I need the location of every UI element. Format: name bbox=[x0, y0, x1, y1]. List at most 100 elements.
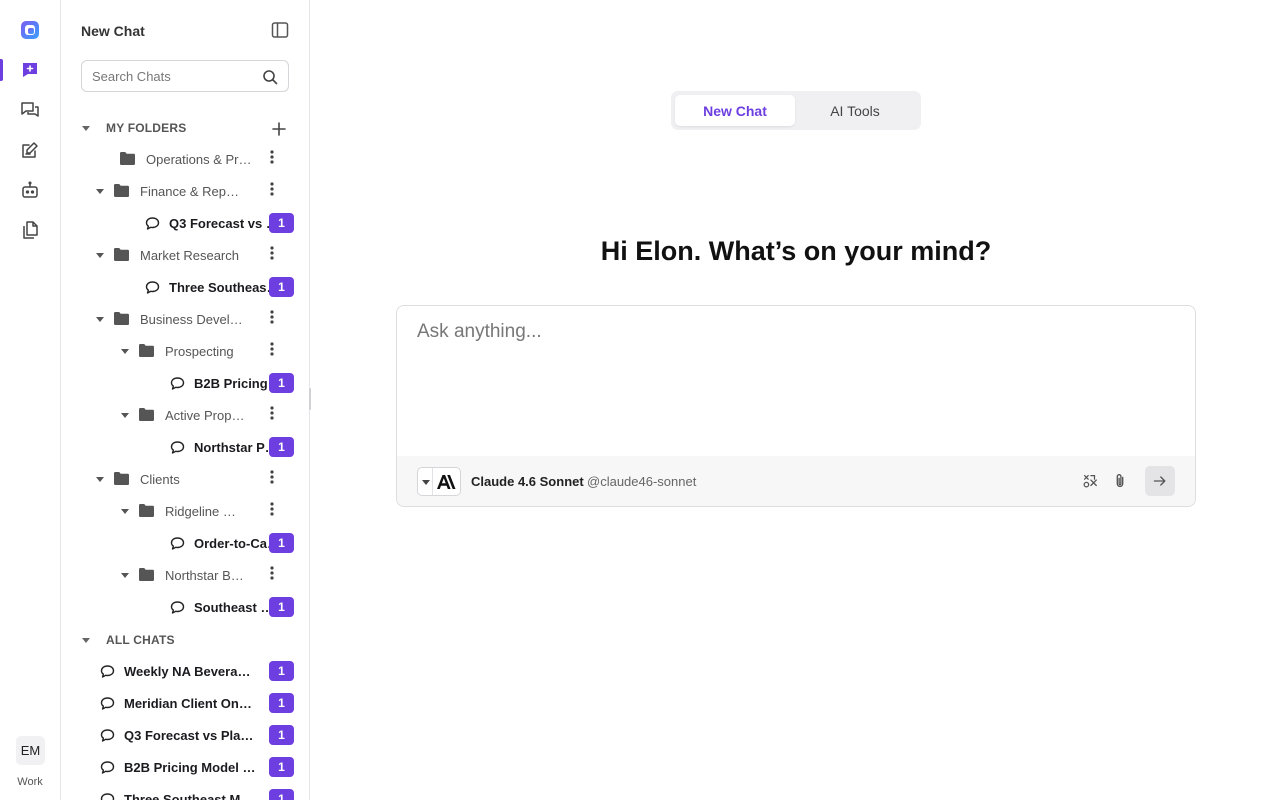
folder-label: Operations & Process bbox=[146, 151, 252, 167]
folder-label: Northstar Beverages bbox=[165, 567, 246, 583]
unread-badge: 1 bbox=[269, 757, 294, 777]
folder-row[interactable]: Finance & Reporting bbox=[93, 176, 246, 206]
all-chats-label: ALL CHATS bbox=[106, 633, 175, 647]
caret-down-icon[interactable] bbox=[93, 248, 107, 262]
sidebar-title: New Chat bbox=[81, 23, 145, 39]
unread-badge: 1 bbox=[269, 437, 294, 457]
chat-row[interactable]: Weekly NA Beverage Sales Summary bbox=[100, 656, 258, 686]
folder-more-icon[interactable] bbox=[270, 470, 274, 489]
caret-down-icon bbox=[420, 477, 432, 487]
chat-bubble-icon bbox=[100, 728, 115, 743]
all-chats-header[interactable]: ALL CHATS bbox=[81, 628, 175, 652]
folder-row[interactable]: Business Development bbox=[93, 304, 246, 334]
folder-label: Market Research bbox=[140, 247, 239, 263]
folder-more-icon[interactable] bbox=[270, 246, 274, 265]
arrow-right-icon bbox=[1153, 476, 1166, 486]
caret-down-icon[interactable] bbox=[118, 344, 132, 358]
chat-row[interactable]: Meridian Client Onboarding Plan bbox=[100, 688, 258, 718]
folder-row[interactable]: Northstar Beverages bbox=[118, 560, 246, 590]
caret-down-icon[interactable] bbox=[118, 408, 132, 422]
folder-more-icon[interactable] bbox=[270, 182, 274, 201]
folder-chat-row[interactable]: B2B Pricing Model bbox=[170, 368, 282, 398]
unread-badge: 1 bbox=[269, 213, 294, 233]
unread-badge: 1 bbox=[269, 661, 294, 681]
folder-icon bbox=[139, 504, 154, 518]
folder-row[interactable]: Market Research bbox=[93, 240, 239, 270]
folder-icon bbox=[114, 184, 129, 198]
caret-down-icon bbox=[82, 638, 90, 643]
model-selector[interactable] bbox=[417, 467, 461, 496]
my-folders-label: MY FOLDERS bbox=[106, 121, 187, 135]
chat-row[interactable]: Three Southeast Markets bbox=[100, 784, 258, 800]
bot-icon[interactable] bbox=[0, 170, 60, 210]
caret-down-icon[interactable] bbox=[118, 504, 132, 518]
folder-chat-row[interactable]: Q3 Forecast vs Plan bbox=[145, 208, 282, 238]
folder-icon bbox=[114, 472, 129, 486]
folder-more-icon[interactable] bbox=[270, 342, 274, 361]
sidebar-toggle-icon[interactable] bbox=[270, 20, 290, 40]
folder-more-icon[interactable] bbox=[270, 310, 274, 329]
unread-badge: 1 bbox=[269, 533, 294, 553]
unread-badge: 1 bbox=[269, 597, 294, 617]
chat-title: Q3 Forecast vs Plan bbox=[169, 215, 282, 231]
folder-label: Finance & Reporting bbox=[140, 183, 246, 199]
chat-title: Q3 Forecast vs Plan: Variance Review bbox=[124, 727, 258, 743]
attach-icon[interactable] bbox=[1110, 471, 1130, 491]
prompt-input[interactable] bbox=[397, 306, 1195, 456]
folder-row[interactable]: Operations & Process bbox=[104, 144, 252, 174]
search-icon[interactable] bbox=[262, 69, 278, 85]
add-folder-icon[interactable] bbox=[269, 119, 289, 139]
chat-row[interactable]: Q3 Forecast vs Plan: Variance Review bbox=[100, 720, 258, 750]
folder-label: Active Proposals bbox=[165, 407, 246, 423]
chat-row[interactable]: B2B Pricing Model Options bbox=[100, 752, 258, 782]
caret-down-icon[interactable] bbox=[118, 568, 132, 582]
app-logo-icon[interactable] bbox=[0, 10, 60, 50]
folder-row[interactable]: Active Proposals bbox=[118, 400, 246, 430]
chat-sidebar: New Chat MY FOLDERS Operations & Process… bbox=[61, 0, 310, 800]
chat-bubble-icon bbox=[170, 536, 185, 551]
new-chat-icon[interactable] bbox=[0, 50, 60, 90]
folder-chat-row[interactable]: Southeast Expansion bbox=[170, 592, 282, 622]
search-input[interactable] bbox=[82, 61, 252, 91]
folder-row[interactable]: Clients bbox=[93, 464, 180, 494]
caret-down-icon[interactable] bbox=[93, 312, 107, 326]
folder-more-icon[interactable] bbox=[270, 502, 274, 521]
avatar[interactable]: EM bbox=[16, 736, 45, 765]
edit-note-icon[interactable] bbox=[0, 130, 60, 170]
folder-icon bbox=[139, 408, 154, 422]
files-icon[interactable] bbox=[0, 210, 60, 250]
folder-more-icon[interactable] bbox=[270, 406, 274, 425]
composer-toolbar: Claude 4.6 Sonnet @claude46-sonnet bbox=[397, 456, 1195, 506]
workspace-label[interactable]: Work bbox=[0, 776, 60, 788]
chat-bubble-icon bbox=[170, 440, 185, 455]
folder-label: Ridgeline Manufacturing bbox=[165, 503, 246, 519]
unread-badge: 1 bbox=[269, 277, 294, 297]
chat-title: Meridian Client Onboarding Plan bbox=[124, 695, 258, 711]
tab-new-chat[interactable]: New Chat bbox=[675, 95, 795, 126]
chat-title: Three Southeast Markets bbox=[169, 279, 282, 295]
folder-more-icon[interactable] bbox=[270, 566, 274, 585]
folder-row[interactable]: Prospecting bbox=[118, 336, 234, 366]
folder-chat-row[interactable]: Three Southeast Markets bbox=[145, 272, 282, 302]
tab-ai-tools[interactable]: AI Tools bbox=[795, 95, 915, 126]
chat-bubble-icon bbox=[100, 792, 115, 800]
folder-chat-row[interactable]: Northstar Proposal bbox=[170, 432, 282, 462]
tools-off-icon[interactable] bbox=[1080, 471, 1100, 491]
model-handle: @claude46-sonnet bbox=[587, 474, 697, 489]
chat-bubble-icon bbox=[100, 696, 115, 711]
composer: Claude 4.6 Sonnet @claude46-sonnet bbox=[396, 305, 1196, 507]
folder-chat-row[interactable]: Order-to-Cash Review bbox=[170, 528, 282, 558]
chat-bubble-icon bbox=[170, 376, 185, 391]
caret-down-icon[interactable] bbox=[93, 184, 107, 198]
greeting-heading: Hi Elon. What’s on your mind? bbox=[600, 236, 992, 266]
sidebar-resize-handle[interactable] bbox=[309, 388, 311, 410]
folder-icon bbox=[139, 344, 154, 358]
my-folders-header[interactable]: MY FOLDERS bbox=[81, 116, 186, 140]
chat-title: Weekly NA Beverage Sales Summary bbox=[124, 663, 258, 679]
caret-down-icon[interactable] bbox=[93, 472, 107, 486]
chats-icon[interactable] bbox=[0, 90, 60, 130]
folder-row[interactable]: Ridgeline Manufacturing bbox=[118, 496, 246, 526]
chat-bubble-icon bbox=[100, 664, 115, 679]
send-button[interactable] bbox=[1145, 466, 1175, 496]
folder-more-icon[interactable] bbox=[270, 150, 274, 169]
